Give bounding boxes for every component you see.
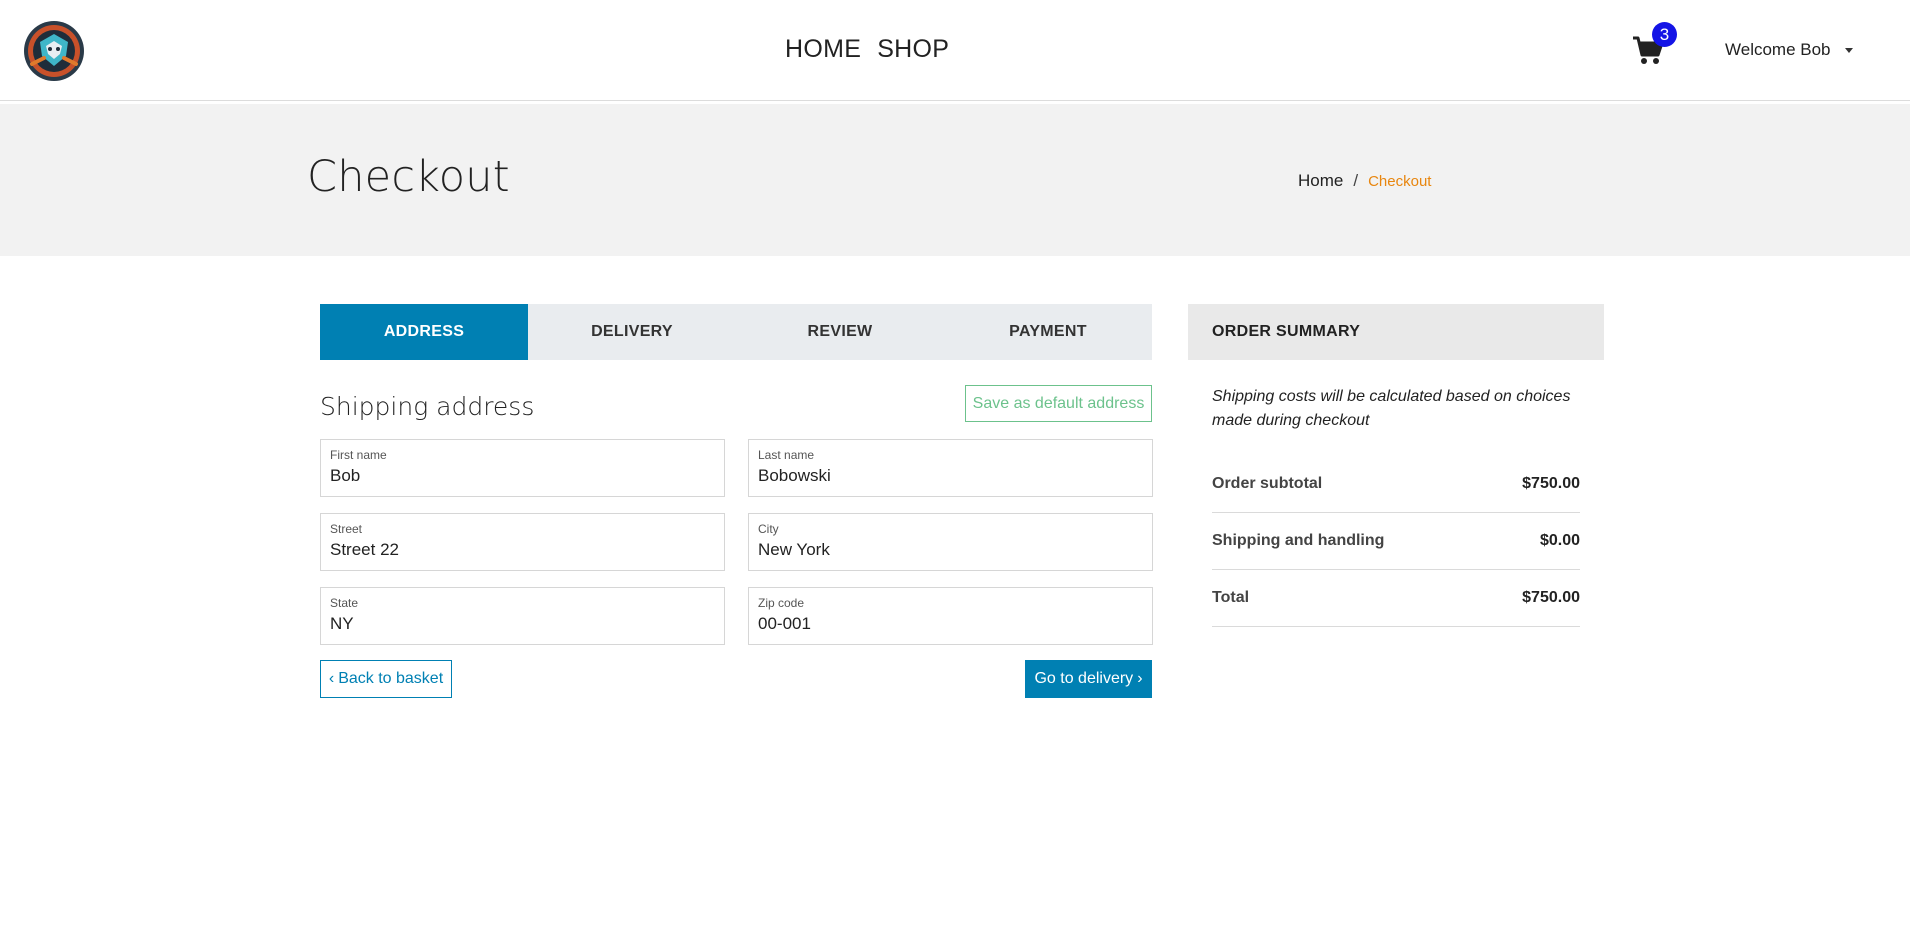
save-default-address-button[interactable]: Save as default address [965, 385, 1152, 422]
summary-row-label: Total [1212, 589, 1250, 606]
last-name-label: Last name [758, 448, 815, 462]
back-to-basket-button[interactable]: ‹ Back to basket [320, 660, 452, 698]
main-nav: HOME SHOP [785, 35, 949, 64]
summary-row-value: $750.00 [1522, 475, 1580, 492]
step-review-tab[interactable]: REVIEW [736, 304, 944, 360]
city-input[interactable] [758, 540, 1143, 560]
order-summary-note: Shipping costs will be calculated based … [1212, 388, 1571, 429]
breadcrumb: Home / Checkout [1298, 171, 1431, 191]
user-menu-label: Welcome Bob [1725, 40, 1831, 59]
street-input[interactable] [330, 540, 715, 560]
street-label: Street [330, 522, 363, 536]
state-label: State [330, 596, 359, 610]
breadcrumb-current: Checkout [1368, 173, 1432, 190]
breadcrumb-separator: / [1353, 171, 1359, 190]
shop-logo-icon[interactable] [22, 20, 86, 82]
step-delivery-tab[interactable]: DELIVERY [528, 304, 736, 360]
zip-code-field[interactable]: Zip code [748, 587, 1153, 645]
zip-code-label: Zip code [758, 596, 805, 610]
nav-home-link[interactable]: HOME [785, 35, 861, 64]
order-summary-header: ORDER SUMMARY [1188, 304, 1604, 360]
summary-row-shipping: Shipping and handling $0.00 [1212, 513, 1580, 570]
checkout-steps: ADDRESS DELIVERY REVIEW PAYMENT [320, 304, 1152, 360]
street-field[interactable]: Street [320, 513, 725, 571]
cart-count-badge: 3 [1652, 22, 1677, 47]
step-payment-tab[interactable]: PAYMENT [944, 304, 1152, 360]
page-title: Checkout [307, 152, 510, 202]
chevron-left-icon: ‹ [328, 670, 335, 687]
summary-row-subtotal: Order subtotal $750.00 [1212, 456, 1580, 513]
state-input[interactable] [330, 614, 715, 634]
summary-row-value: $750.00 [1522, 589, 1580, 606]
summary-row-total: Total $750.00 [1212, 570, 1580, 627]
breadcrumb-home-link[interactable]: Home [1298, 171, 1343, 191]
back-to-basket-label: Back to basket [338, 670, 444, 687]
user-menu-dropdown[interactable]: Welcome Bob [1725, 40, 1853, 60]
step-address-tab[interactable]: ADDRESS [320, 304, 528, 360]
last-name-input[interactable] [758, 466, 1143, 486]
shipping-address-title: Shipping address [320, 392, 535, 421]
chevron-right-icon: › [1137, 670, 1143, 687]
state-field[interactable]: State [320, 587, 725, 645]
zip-code-input[interactable] [758, 614, 1143, 634]
page-hero: Checkout Home / Checkout [0, 104, 1910, 256]
go-to-delivery-label: Go to delivery [1034, 670, 1134, 687]
city-field[interactable]: City [748, 513, 1153, 571]
summary-row-value: $0.00 [1539, 532, 1580, 549]
city-label: City [758, 522, 779, 536]
summary-row-label: Shipping and handling [1212, 532, 1385, 549]
top-navbar: HOME SHOP 3 Welcome Bob [0, 0, 1910, 101]
summary-row-label: Order subtotal [1212, 475, 1323, 492]
first-name-field[interactable]: First name [320, 439, 725, 497]
go-to-delivery-button[interactable]: Go to delivery › [1025, 660, 1152, 698]
first-name-label: First name [330, 448, 387, 462]
last-name-field[interactable]: Last name [748, 439, 1153, 497]
first-name-input[interactable] [330, 466, 715, 486]
nav-shop-link[interactable]: SHOP [877, 35, 949, 64]
caret-down-icon [1844, 47, 1853, 53]
